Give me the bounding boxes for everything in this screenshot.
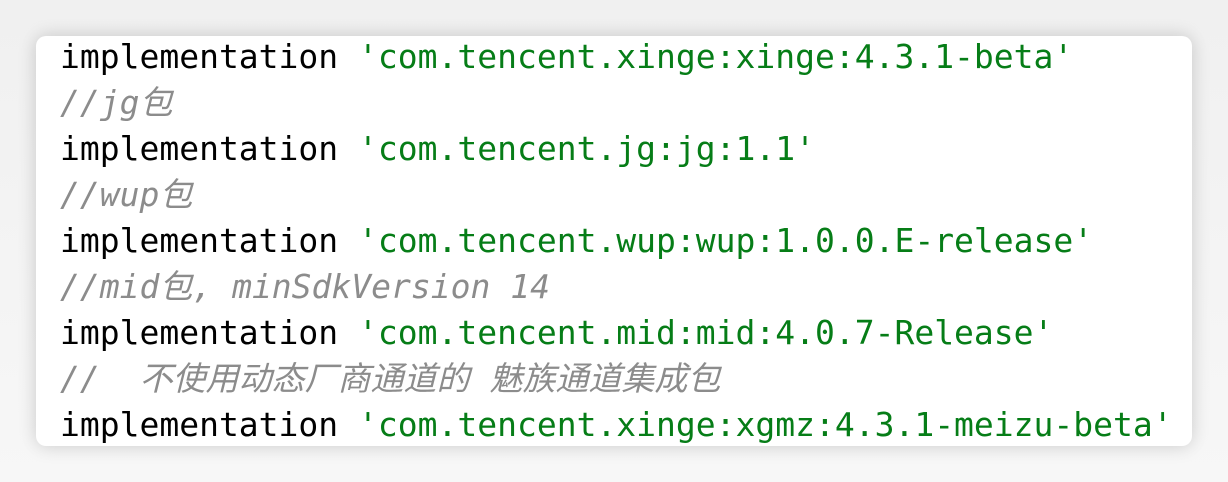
- code-line: implementation 'com.tencent.xinge:xinge:…: [60, 34, 1173, 80]
- string-literal: 'com.tencent.xinge:xgmz:4.3.1-meizu-beta…: [358, 405, 1173, 444]
- comment-line: //wup包: [60, 175, 193, 214]
- string-literal: 'com.tencent.xinge:xinge:4.3.1-beta': [358, 37, 1074, 76]
- keyword: implementation: [60, 129, 339, 168]
- code-line: implementation 'com.tencent.jg:jg:1.1': [60, 126, 1173, 172]
- code-line: implementation 'com.tencent.xinge:xgmz:4…: [60, 402, 1173, 448]
- code-line: implementation 'com.tencent.wup:wup:1.0.…: [60, 218, 1173, 264]
- keyword: implementation: [60, 313, 339, 352]
- string-literal: 'com.tencent.mid:mid:4.0.7-Release': [358, 313, 1054, 352]
- comment-line: // 不使用动态厂商通道的 魅族通道集成包: [60, 359, 721, 398]
- comment-line: //mid包, minSdkVersion 14: [60, 267, 550, 306]
- string-literal: 'com.tencent.jg:jg:1.1': [358, 129, 815, 168]
- keyword: implementation: [60, 221, 339, 260]
- code-line: implementation 'com.tencent.mid:mid:4.0.…: [60, 310, 1173, 356]
- code-block: implementation 'com.tencent.xinge:xinge:…: [60, 34, 1173, 448]
- string-literal: 'com.tencent.wup:wup:1.0.0.E-release': [358, 221, 1094, 260]
- code-snippet-card: implementation 'com.tencent.xinge:xinge:…: [36, 36, 1192, 446]
- keyword: implementation: [60, 37, 339, 76]
- keyword: implementation: [60, 405, 339, 444]
- comment-line: //jg包: [60, 83, 173, 122]
